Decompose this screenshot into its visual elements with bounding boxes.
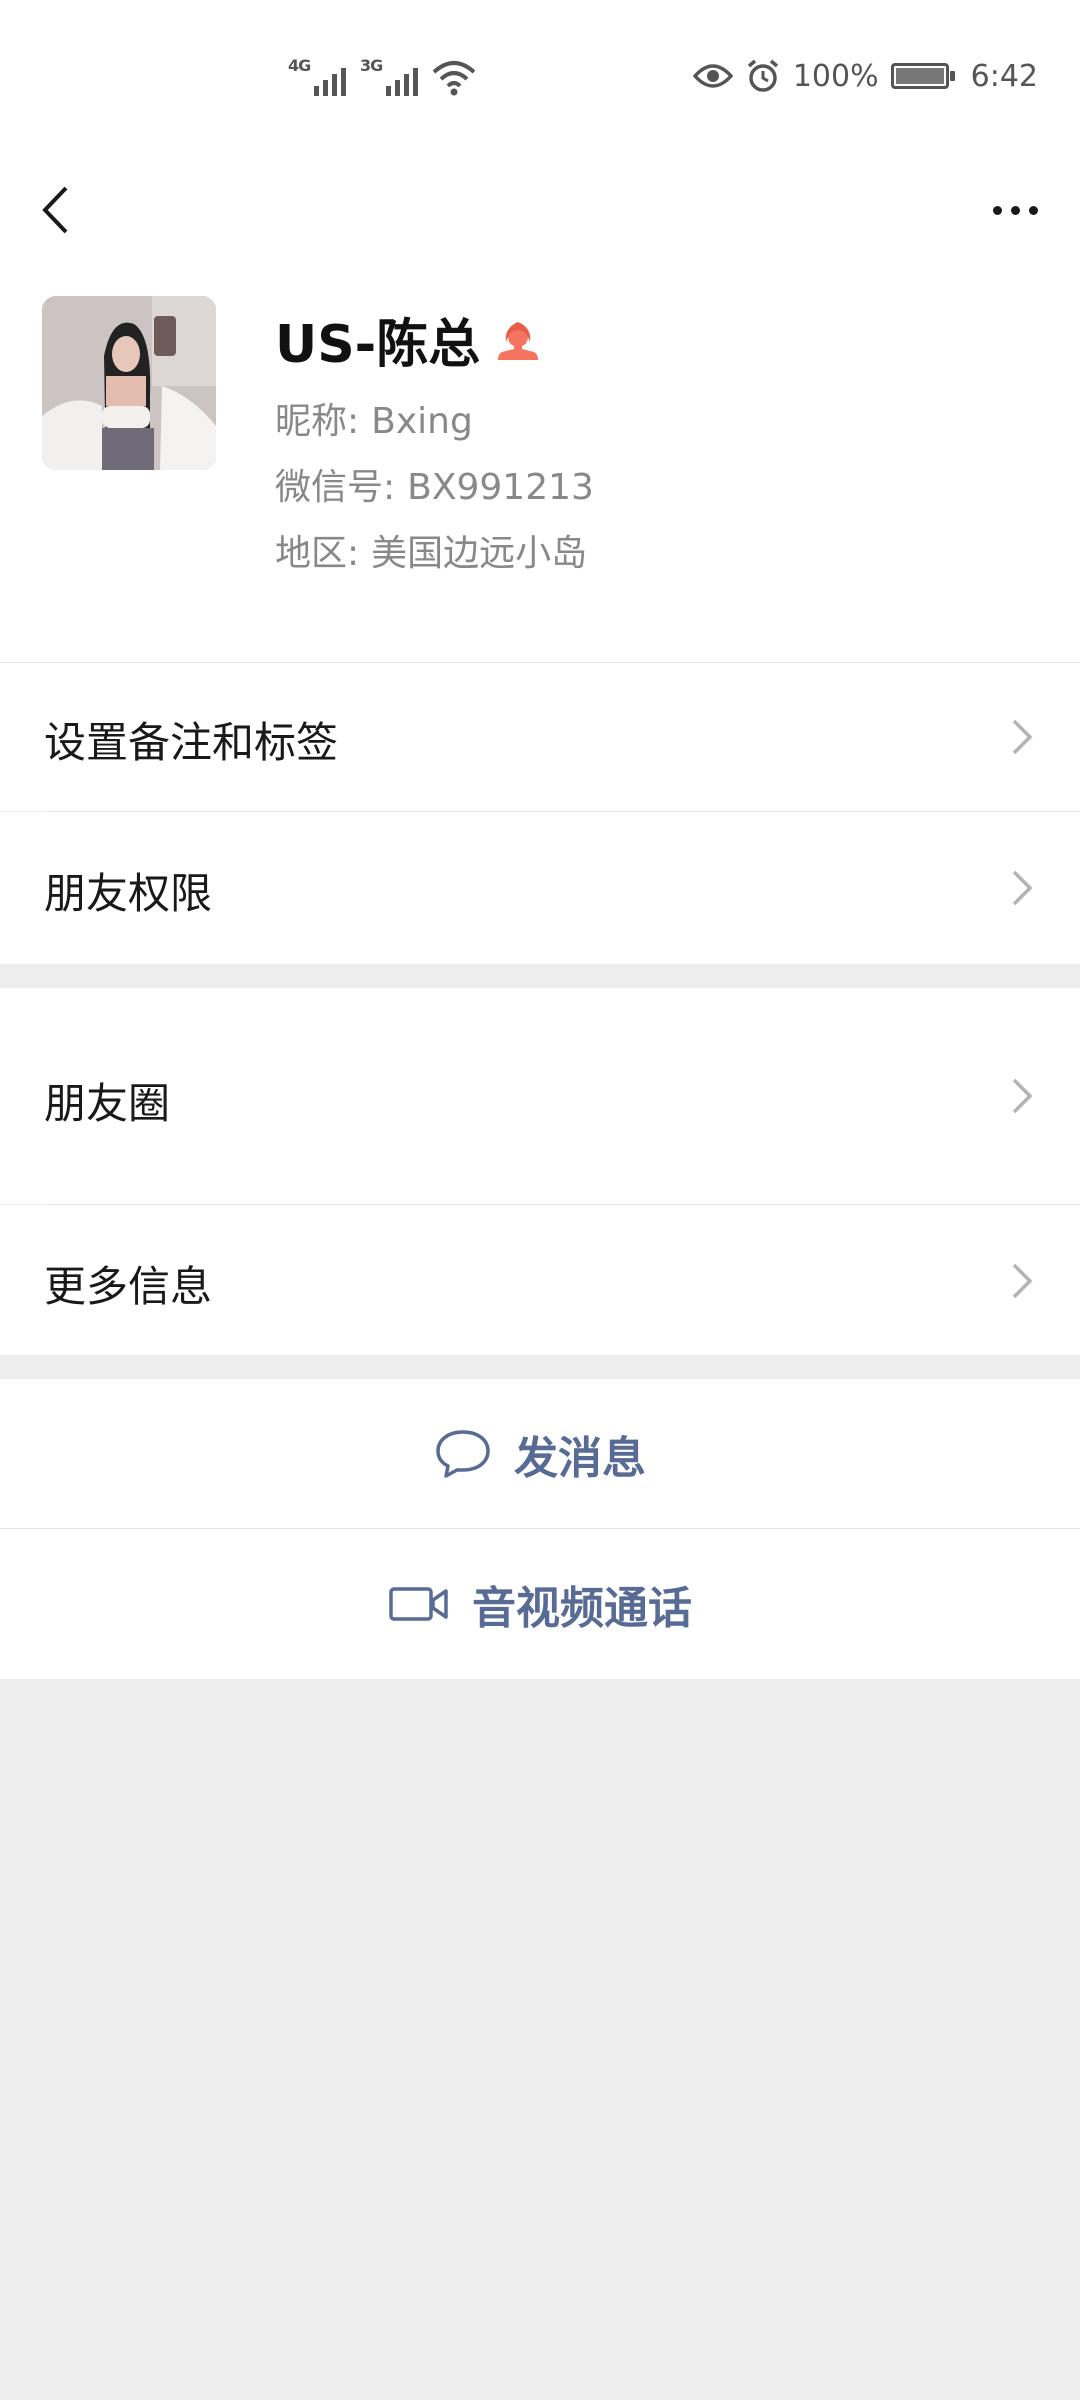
video-call-button[interactable]: 音视频通话: [0, 1529, 1080, 1679]
chevron-right-icon: [1012, 1078, 1033, 1114]
nickname-value: Bxing: [371, 401, 473, 442]
chevron-right-icon: [1012, 870, 1033, 906]
alarm-icon: [747, 59, 778, 92]
signal-3g-icon: 3G: [360, 56, 418, 96]
battery-percent: 100%: [792, 58, 879, 94]
battery-icon: [890, 63, 955, 89]
moments-item[interactable]: 朋友圈: [0, 988, 1080, 1204]
more-info-label: 更多信息: [44, 1262, 213, 1311]
nickname-label: 昵称:: [275, 401, 360, 442]
chat-bubble-icon: [436, 1429, 490, 1478]
profile-card: US-陈总 昵称: Bxing 微信号: BX991213 地区: 美国边远小岛: [0, 270, 1080, 662]
nickname-line: 昵称: Bxing: [275, 392, 473, 444]
more-dots-icon: [992, 205, 1002, 215]
set-remark-label: 设置备注和标签: [44, 718, 339, 767]
network-4g-label: 4G: [288, 56, 311, 75]
chevron-right-icon: [1012, 1263, 1033, 1299]
wifi-icon: [432, 61, 476, 96]
moments-label: 朋友圈: [44, 1079, 171, 1128]
send-message-button[interactable]: 发消息: [0, 1379, 1080, 1528]
clock: 6:42: [970, 58, 1038, 94]
region-label: 地区:: [275, 533, 360, 574]
avatar[interactable]: [42, 296, 216, 470]
video-call-label: 音视频通话: [472, 1583, 692, 1634]
set-remark-and-tags-item[interactable]: 设置备注和标签: [0, 663, 1080, 811]
contact-name: US-陈总: [275, 315, 481, 375]
status-right: 100% 6:42: [692, 58, 1038, 94]
wechat-id-line: 微信号: BX991213: [275, 458, 594, 510]
more-options-button[interactable]: [970, 170, 1060, 250]
back-arrow-icon: [42, 186, 68, 234]
wechat-id-label: 微信号:: [275, 467, 396, 508]
network-3g-label: 3G: [360, 56, 383, 75]
eye-icon: [692, 64, 733, 88]
more-info-item[interactable]: 更多信息: [0, 1205, 1080, 1355]
status-bar: 4G 3G 100% 6:42: [0, 0, 1080, 150]
female-icon: [498, 321, 539, 360]
wechat-id-value: BX991213: [407, 467, 594, 508]
send-message-label: 发消息: [514, 1432, 646, 1484]
chevron-right-icon: [1012, 719, 1033, 755]
region-line: 地区: 美国边远小岛: [275, 524, 587, 576]
network-indicators: 4G 3G: [288, 56, 476, 96]
friend-permissions-item[interactable]: 朋友权限: [0, 812, 1080, 964]
nav-bar: [0, 150, 1080, 270]
back-button[interactable]: [20, 160, 90, 260]
name-row: US-陈总: [275, 302, 540, 377]
signal-4g-icon: 4G: [288, 56, 346, 96]
region-value: 美国边远小岛: [371, 533, 588, 574]
video-camera-icon: [389, 1587, 448, 1621]
friend-permissions-label: 朋友权限: [44, 869, 213, 918]
